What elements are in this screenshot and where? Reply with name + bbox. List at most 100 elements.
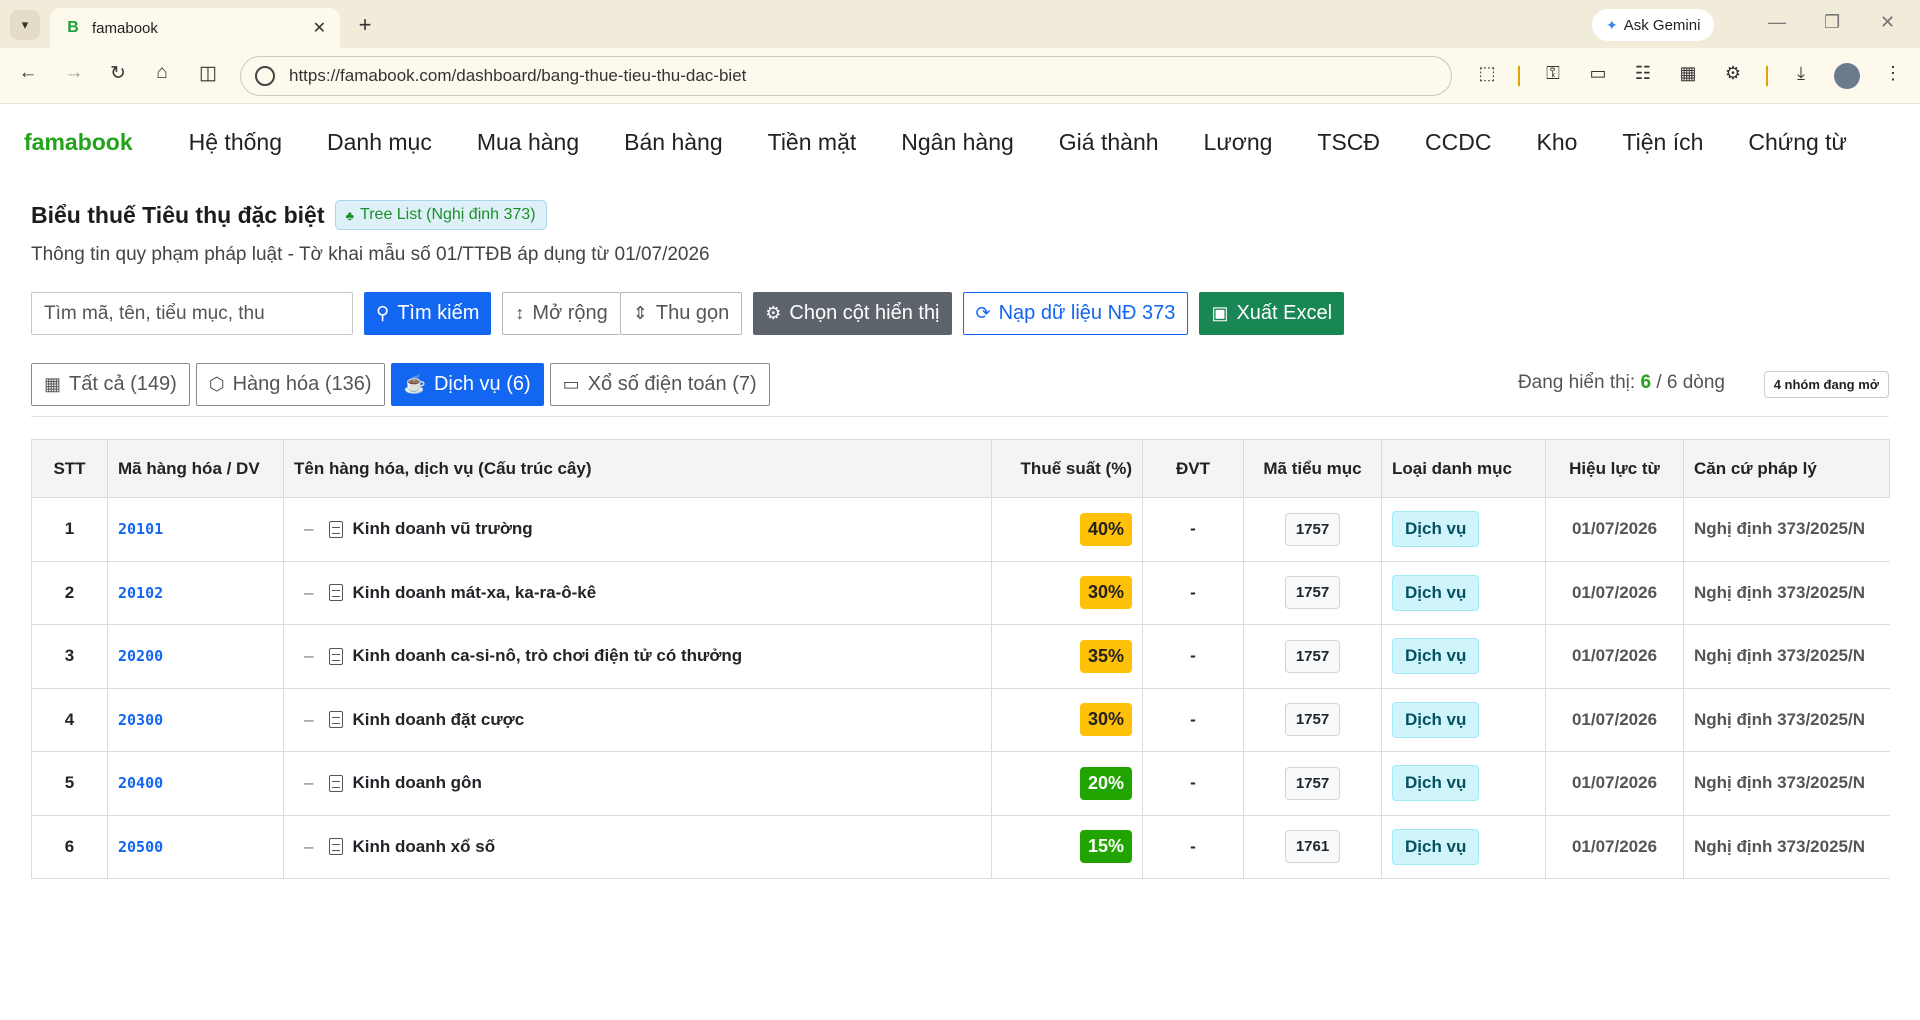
download-icon[interactable]: ⤓ — [1788, 63, 1814, 84]
cell-code[interactable]: 20102 — [118, 584, 163, 602]
category-chip: Dịch vụ — [1392, 828, 1480, 865]
menu-kebab-icon[interactable]: ⋮ — [1880, 63, 1906, 84]
browser-tabbar: ▾ B famabook ✕ + ✦ Ask Gemini — ❐ ✕ — [0, 0, 1920, 48]
menu-item-tien-mat[interactable]: Tiền mặt — [768, 129, 857, 156]
address-bar[interactable]: https://famabook.com/dashboard/bang-thue… — [240, 56, 1452, 96]
rate-badge: 15% — [1079, 830, 1132, 864]
tree-line-icon: – — [304, 773, 314, 793]
menu-item-danh-muc[interactable]: Danh mục — [327, 129, 432, 156]
expand-button[interactable]: ↕ Mở rộng — [502, 292, 620, 335]
filter-tab-services[interactable]: ☕ Dịch vụ (6) — [390, 363, 544, 406]
brand-logo[interactable]: famabook — [24, 129, 133, 156]
new-tab-icon[interactable]: + — [352, 12, 378, 38]
favicon-icon: B — [67, 19, 79, 36]
category-chip: Dịch vụ — [1392, 765, 1480, 802]
cell-unit: - — [1142, 814, 1244, 879]
profile-avatar[interactable] — [1834, 63, 1860, 89]
filter-tab-lottery[interactable]: ▭ Xổ số điện toán (7) — [549, 363, 770, 406]
choose-columns-button[interactable]: ⚙ Chọn cột hiển thị — [753, 292, 952, 335]
col-header-rate[interactable]: Thuế suất (%) — [991, 439, 1143, 498]
gear-icon: ⚙ — [765, 303, 782, 323]
reload-icon[interactable]: ↻ — [104, 62, 132, 85]
table-row[interactable]: 5 20400 – Kinh doanh gôn 20% - 1757 Dịch … — [31, 751, 1890, 816]
browser-tab[interactable]: B famabook ✕ — [50, 8, 340, 48]
payment-card-icon[interactable]: ▭ — [1585, 63, 1611, 84]
home-icon[interactable]: ⌂ — [148, 62, 176, 84]
table-header-row: STT Mã hàng hóa / DV Tên hàng hóa, dịch … — [31, 439, 1890, 498]
cell-date: 01/07/2026 — [1545, 687, 1684, 752]
cell-code[interactable]: 20400 — [118, 774, 163, 792]
cell-legal-basis: Nghị định 373/2025/N — [1683, 751, 1890, 816]
sub-item-chip: 1757 — [1284, 512, 1341, 546]
cell-code[interactable]: 20300 — [118, 711, 163, 729]
minimize-icon[interactable]: — — [1768, 12, 1786, 33]
cell-code[interactable]: 20500 — [118, 838, 163, 856]
tree-line-icon: – — [304, 709, 314, 729]
site-info-icon[interactable] — [255, 66, 275, 86]
table-row[interactable]: 4 20300 – Kinh doanh đặt cược 30% - 1757 … — [31, 687, 1890, 752]
menu-item-ngan-hang[interactable]: Ngân hàng — [901, 129, 1014, 156]
password-key-icon[interactable]: ⚿ — [1540, 63, 1566, 84]
page-subtitle: Thông tin quy phạm pháp luật - Tờ khai m… — [31, 244, 710, 265]
col-header-stt[interactable]: STT — [31, 439, 108, 498]
table-row[interactable]: 2 20102 – Kinh doanh mát-xa, ka-ra-ô-kê 3… — [31, 560, 1890, 625]
filter-tab-all[interactable]: ▦ Tất cả (149) — [31, 363, 190, 406]
ask-gemini-button[interactable]: ✦ Ask Gemini — [1592, 9, 1715, 41]
rate-badge: 30% — [1079, 576, 1132, 610]
menu-item-gia-thanh[interactable]: Giá thành — [1059, 129, 1159, 156]
table-view-icon[interactable]: ▦ — [1675, 63, 1701, 84]
load-data-button[interactable]: ⟳ Nạp dữ liệu NĐ 373 — [962, 292, 1189, 335]
cell-code[interactable]: 20101 — [118, 520, 163, 538]
reading-mode-icon[interactable]: ☷ — [1630, 63, 1656, 84]
filter-tab-all-label: Tất cả (149) — [69, 373, 177, 395]
menu-item-he-thong[interactable]: Hệ thống — [189, 129, 282, 156]
search-input[interactable] — [31, 292, 353, 335]
col-header-sub-item[interactable]: Mã tiểu mục — [1243, 439, 1382, 498]
cell-unit: - — [1142, 687, 1244, 752]
cell-legal-basis: Nghị định 373/2025/N — [1683, 560, 1890, 625]
col-header-effective-date[interactable]: Hiệu lực từ — [1545, 439, 1684, 498]
table-row[interactable]: 3 20200 – Kinh doanh ca-si-nô, trò chơi đ… — [31, 624, 1890, 689]
menu-item-tscd[interactable]: TSCĐ — [1317, 129, 1380, 156]
category-chip: Dịch vụ — [1392, 638, 1480, 675]
cell-date: 01/07/2026 — [1545, 751, 1684, 816]
back-icon[interactable]: ← — [14, 62, 42, 84]
sub-item-chip: 1757 — [1284, 703, 1341, 737]
restore-icon[interactable]: ❐ — [1824, 12, 1840, 33]
filter-tab-goods[interactable]: ⬡ Hàng hóa (136) — [195, 363, 385, 406]
cell-stt: 3 — [31, 624, 108, 689]
menu-item-mua-hang[interactable]: Mua hàng — [477, 129, 579, 156]
col-header-legal-basis[interactable]: Căn cứ pháp lý — [1683, 439, 1890, 498]
page-header: Biểu thuế Tiêu thụ đặc biệt ♣ Tree List … — [0, 180, 1920, 266]
automation-icon[interactable]: ⚙ — [1720, 63, 1746, 84]
cell-stt: 4 — [31, 687, 108, 752]
forward-icon[interactable]: → — [60, 62, 88, 84]
col-header-code[interactable]: Mã hàng hóa / DV — [107, 439, 284, 498]
search-button[interactable]: ⚲ Tìm kiếm — [364, 292, 492, 335]
col-header-unit[interactable]: ĐVT — [1142, 439, 1244, 498]
app-navbar: famabook Hệ thống Danh mục Mua hàng Bán … — [0, 104, 1920, 180]
menu-item-luong[interactable]: Lương — [1204, 129, 1273, 156]
expand-button-label: Mở rộng — [532, 302, 608, 324]
rate-badge: 20% — [1079, 766, 1132, 800]
cell-date: 01/07/2026 — [1545, 560, 1684, 625]
menu-item-ccdc[interactable]: CCDC — [1425, 129, 1491, 156]
divider — [31, 416, 1889, 417]
menu-item-kho[interactable]: Kho — [1536, 129, 1577, 156]
menu-item-tien-ich[interactable]: Tiện ích — [1622, 129, 1703, 156]
col-header-name[interactable]: Tên hàng hóa, dịch vụ (Cấu trúc cây) — [283, 439, 992, 498]
close-window-icon[interactable]: ✕ — [1880, 12, 1895, 33]
split-view-icon[interactable]: ◫ — [194, 62, 222, 85]
cell-code[interactable]: 20200 — [118, 647, 163, 665]
export-excel-button[interactable]: ▣ Xuất Excel — [1199, 292, 1345, 335]
table-row[interactable]: 6 20500 – Kinh doanh xổ số 15% - 1761 Dịc… — [31, 814, 1890, 879]
tab-search-dropdown-icon[interactable]: ▾ — [10, 10, 40, 40]
cell-legal-basis: Nghị định 373/2025/N — [1683, 624, 1890, 689]
menu-item-chung-tu[interactable]: Chứng từ — [1748, 129, 1847, 156]
table-row[interactable]: 1 20101 – Kinh doanh vũ trường 40% - 1757… — [31, 497, 1890, 562]
extensions-icon[interactable]: ⬚ — [1474, 63, 1500, 84]
collapse-button[interactable]: ⇕ Thu gọn — [619, 292, 743, 335]
close-tab-icon[interactable]: ✕ — [313, 18, 326, 38]
col-header-category[interactable]: Loại danh mục — [1381, 439, 1546, 498]
menu-item-ban-hang[interactable]: Bán hàng — [624, 129, 722, 156]
